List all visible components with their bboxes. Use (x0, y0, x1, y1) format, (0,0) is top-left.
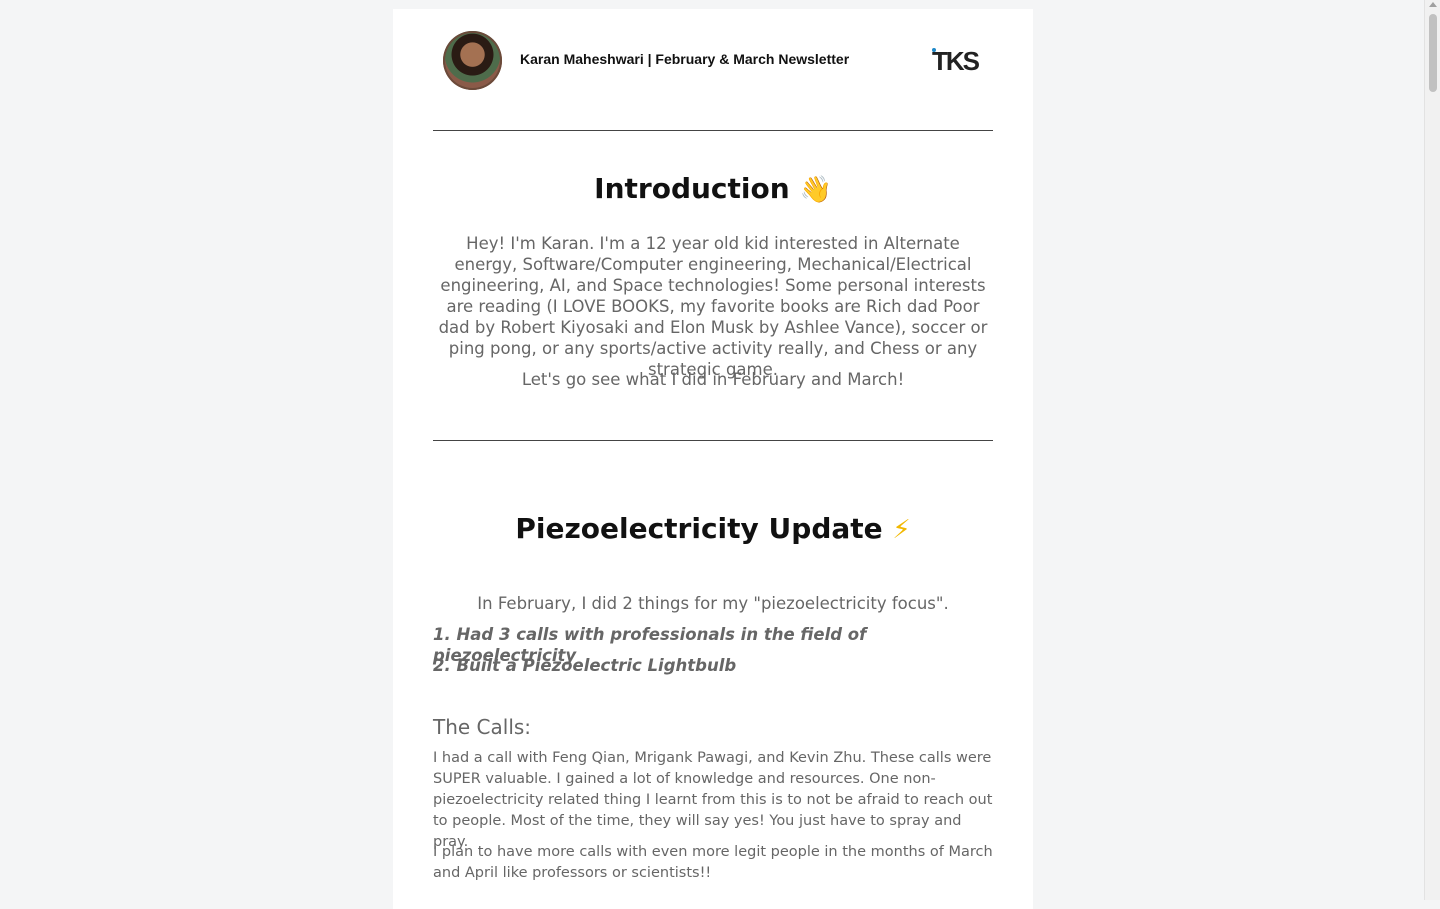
piezo-heading: Piezoelectricity Update ⚡ (393, 512, 1033, 545)
divider (433, 440, 993, 441)
piezo-heading-text: Piezoelectricity Update (515, 512, 883, 545)
divider (433, 130, 993, 131)
newsletter-title: Karan Maheshwari | February & March News… (520, 51, 850, 67)
lightning-icon: ⚡ (892, 515, 911, 545)
intro-closing: Let's go see what I did in February and … (521, 370, 905, 389)
newsletter-card: Karan Maheshwari | February & March News… (393, 9, 1033, 909)
vertical-scrollbar[interactable] (1424, 0, 1440, 900)
avatar (443, 31, 502, 90)
intro-heading-text: Introduction (594, 172, 790, 205)
intro-heading: Introduction 👋 (393, 172, 1033, 205)
waving-hand-icon: 👋 (799, 175, 832, 205)
calls-paragraph-1: I had a call with Feng Qian, Mrigank Paw… (433, 750, 993, 850)
piezo-summary: In February, I did 2 things for my "piez… (477, 594, 949, 613)
calls-paragraph-2: I plan to have more calls with even more… (433, 844, 993, 881)
tks-logo: TKS (932, 46, 980, 76)
piezo-item-2: 2. Built a Piezoelectric Lightbulb (433, 656, 737, 675)
scroll-thumb[interactable] (1429, 14, 1437, 92)
calls-heading: The Calls: (433, 715, 532, 739)
intro-paragraph: Hey! I'm Karan. I'm a 12 year old kid in… (438, 234, 988, 379)
scroll-up-arrow-icon[interactable] (1429, 2, 1437, 7)
newsletter-header: Karan Maheshwari | February & March News… (393, 9, 1033, 109)
